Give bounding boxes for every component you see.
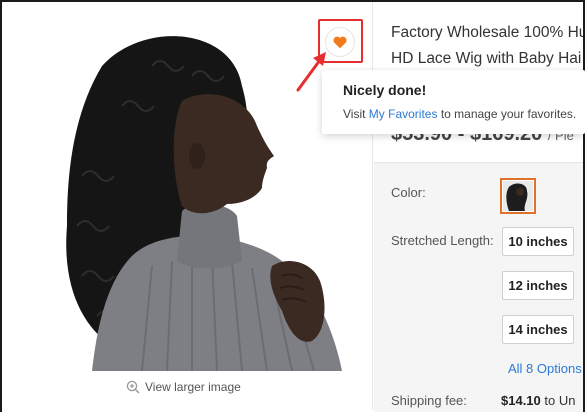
- product-title[interactable]: Factory Wholesale 100% Hu HD Lace Wig wi…: [391, 20, 585, 72]
- color-swatch-selected[interactable]: [500, 178, 536, 214]
- my-favorites-link[interactable]: My Favorites: [369, 107, 438, 121]
- heart-icon: [333, 36, 347, 48]
- tooltip-title: Nicely done!: [343, 82, 427, 98]
- length-option-12[interactable]: 12 inches: [502, 271, 574, 300]
- length-label: Stretched Length:: [391, 233, 494, 248]
- all-options-link[interactable]: All 8 Options: [508, 361, 582, 376]
- view-larger-link[interactable]: View larger image: [126, 380, 241, 394]
- color-swatch-thumbnail: [503, 181, 533, 211]
- color-label: Color:: [391, 185, 426, 200]
- shipping-label: Shipping fee:: [391, 393, 467, 408]
- length-option-14[interactable]: 14 inches: [502, 315, 574, 344]
- shipping-value: $14.10 to Un: [501, 393, 576, 408]
- length-option-10[interactable]: 10 inches: [502, 227, 574, 256]
- tooltip-message: Visit My Favorites to manage your favori…: [343, 107, 577, 121]
- zoom-icon: [126, 380, 140, 394]
- view-larger-label: View larger image: [145, 380, 241, 394]
- product-info-panel: Factory Wholesale 100% Hu HD Lace Wig wi…: [374, 0, 585, 412]
- favorites-tooltip: Nicely done! Visit My Favorites to manag…: [322, 70, 585, 134]
